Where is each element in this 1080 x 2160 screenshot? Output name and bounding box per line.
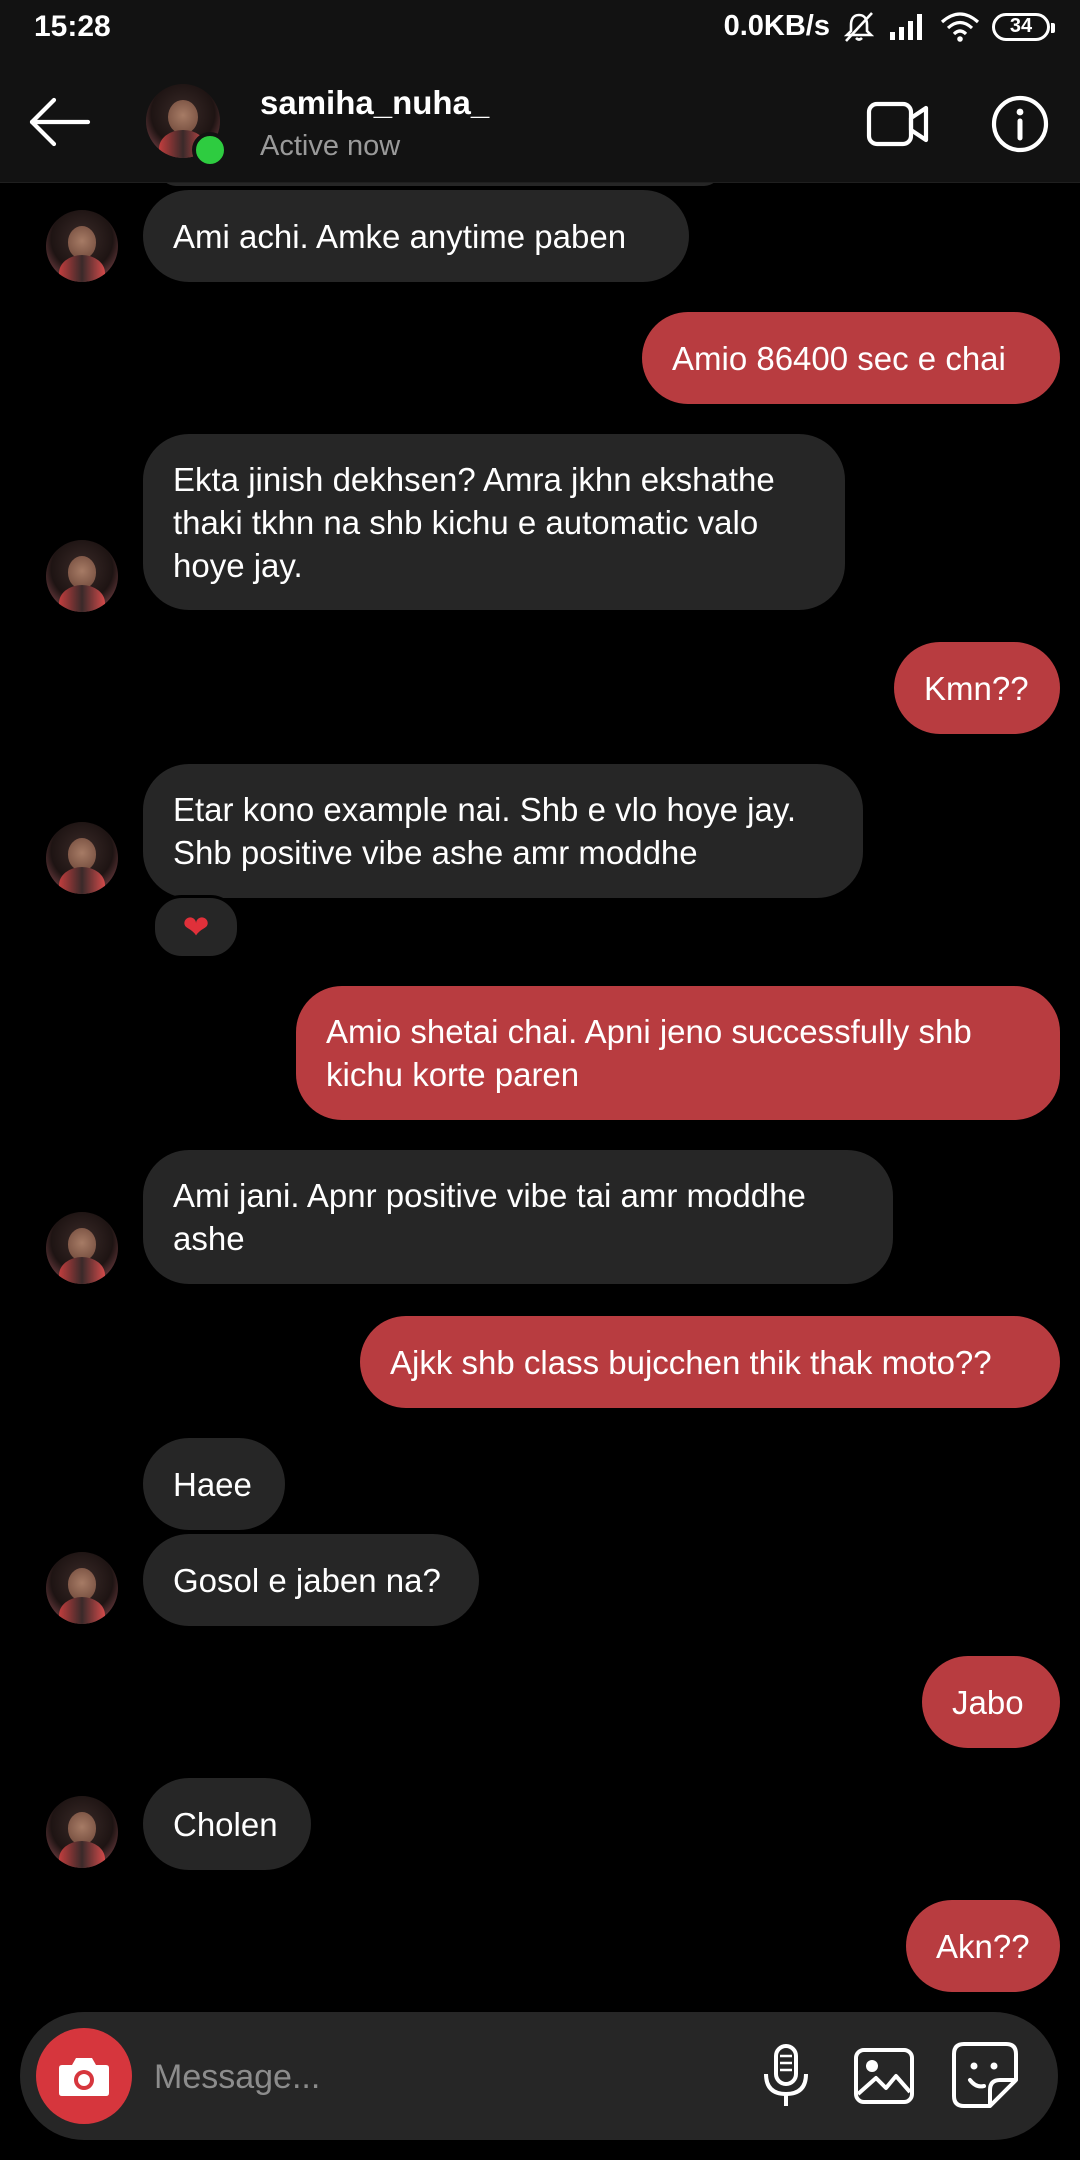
gallery-icon[interactable] bbox=[850, 2042, 918, 2110]
status-time: 15:28 bbox=[34, 10, 111, 43]
incoming-message[interactable]: Cholen bbox=[143, 1778, 311, 1870]
outgoing-message[interactable]: Jabo bbox=[922, 1656, 1060, 1748]
info-icon[interactable] bbox=[990, 94, 1050, 154]
incoming-message[interactable]: Ami achi. Amke anytime paben bbox=[143, 190, 689, 282]
incoming-message[interactable]: Haee bbox=[143, 1438, 285, 1530]
sender-avatar[interactable] bbox=[46, 210, 118, 282]
incoming-message[interactable]: Ami jani. Apnr positive vibe tai amr mod… bbox=[143, 1150, 893, 1284]
back-arrow-icon[interactable] bbox=[28, 90, 92, 154]
sender-avatar[interactable] bbox=[46, 540, 118, 612]
outgoing-message[interactable]: Amio 86400 sec e chai bbox=[642, 312, 1060, 404]
video-call-icon[interactable] bbox=[866, 96, 930, 152]
microphone-icon[interactable] bbox=[752, 2042, 820, 2110]
incoming-message[interactable]: Ekta jinish dekhsen? Amra jkhn ekshathe … bbox=[143, 434, 845, 610]
sender-avatar[interactable] bbox=[46, 1212, 118, 1284]
sender-avatar[interactable] bbox=[46, 1796, 118, 1868]
mute-icon bbox=[843, 11, 875, 42]
online-indicator bbox=[192, 132, 228, 168]
sticker-icon[interactable] bbox=[950, 2040, 1020, 2110]
outgoing-message[interactable]: Akn?? bbox=[906, 1900, 1060, 1992]
camera-icon bbox=[59, 2058, 109, 2096]
chat-username[interactable]: samiha_nuha_ bbox=[260, 84, 489, 122]
network-speed: 0.0KB/s bbox=[723, 10, 830, 42]
outgoing-message[interactable]: Amio shetai chai. Apni jeno successfully… bbox=[296, 986, 1060, 1120]
status-bar: 15:28 0.0KB/s 34 bbox=[0, 0, 1080, 62]
incoming-message[interactable]: Etar kono example nai. Shb e vlo hoye ja… bbox=[143, 764, 863, 898]
sender-avatar[interactable] bbox=[46, 822, 118, 894]
outgoing-message[interactable]: Ajkk shb class bujcchen thik thak moto?? bbox=[360, 1316, 1060, 1408]
signal-icon bbox=[890, 13, 922, 40]
wifi-icon bbox=[940, 11, 980, 42]
message-composer bbox=[20, 2012, 1058, 2140]
sender-avatar[interactable] bbox=[46, 1552, 118, 1624]
incoming-message[interactable]: Gosol e jaben na? bbox=[143, 1534, 479, 1626]
camera-button[interactable] bbox=[36, 2028, 132, 2124]
message-input[interactable] bbox=[152, 2046, 696, 2108]
battery-icon: 34 bbox=[992, 12, 1055, 41]
chat-header: samiha_nuha_ Active now bbox=[0, 62, 1080, 183]
heart-reaction[interactable]: ❤ bbox=[152, 895, 240, 959]
status-icons: 0.0KB/s 34 bbox=[723, 10, 1055, 43]
outgoing-message[interactable]: Kmn?? bbox=[894, 642, 1060, 734]
message-thread: Ami achi. Amke anytime paben Amio 86400 … bbox=[0, 0, 1080, 2160]
active-status: Active now bbox=[260, 130, 401, 162]
